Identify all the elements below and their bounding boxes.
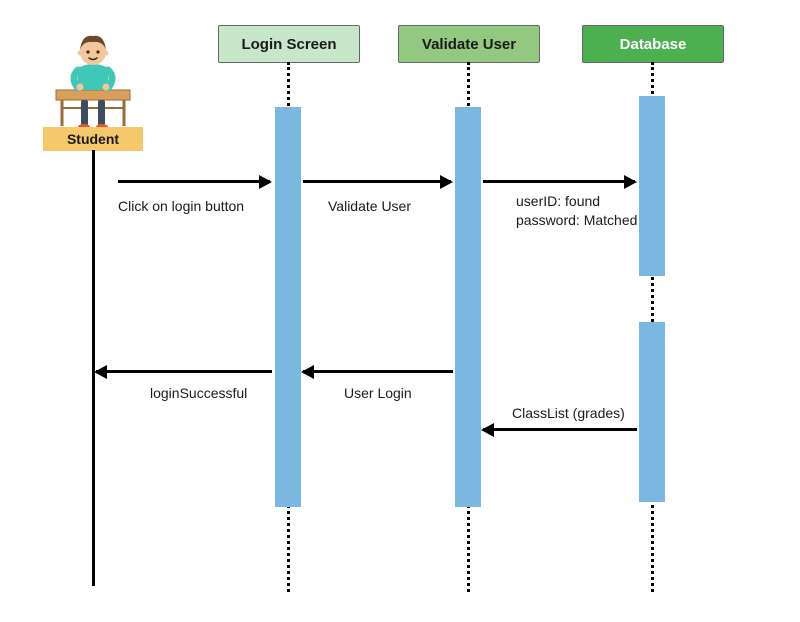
participant-database: Database xyxy=(582,25,724,63)
arrow-click-login xyxy=(118,180,270,183)
activation-database-2 xyxy=(639,322,665,502)
arrow-login-successful xyxy=(96,370,272,373)
activation-validate-user xyxy=(455,107,481,507)
message-validate-user: Validate User xyxy=(328,197,411,216)
message-user-login: User Login xyxy=(344,384,412,403)
message-login-successful: loginSuccessful xyxy=(150,384,247,403)
participant-validate-user: Validate User xyxy=(398,25,540,63)
activation-login-screen xyxy=(275,107,301,507)
participant-login-screen: Login Screen xyxy=(218,25,360,63)
arrow-validate-user xyxy=(303,180,451,183)
arrow-user-login xyxy=(303,370,453,373)
message-class-list: ClassList (grades) xyxy=(512,404,625,423)
message-click-login: Click on login button xyxy=(118,197,244,216)
arrow-db-check xyxy=(483,180,635,183)
message-db-check: userID: found password: Matched xyxy=(516,192,637,230)
activation-database-1 xyxy=(639,96,665,276)
actor-student-label: Student xyxy=(43,127,143,151)
student-actor-icon xyxy=(48,30,138,130)
arrow-class-list xyxy=(483,428,637,431)
